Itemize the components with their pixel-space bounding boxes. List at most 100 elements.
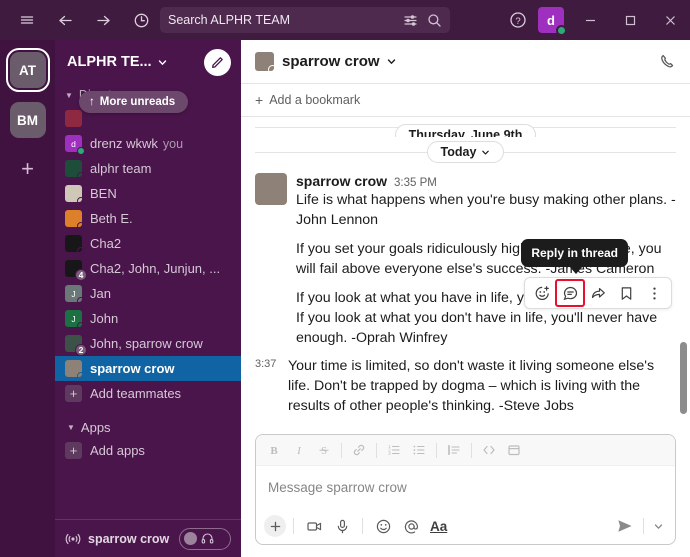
- blockquote-icon[interactable]: [442, 438, 466, 462]
- question-circle-icon[interactable]: ?: [500, 0, 536, 40]
- formatting-aa-button[interactable]: Aa: [426, 519, 451, 534]
- reply-in-thread-icon[interactable]: [555, 279, 585, 307]
- add-apps-button[interactable]: + Add apps: [55, 438, 241, 463]
- date-pill[interactable]: Thursday, June 9th: [394, 124, 537, 137]
- more-actions-icon[interactable]: [640, 280, 668, 306]
- workspace-bm[interactable]: BM: [9, 102, 46, 138]
- bold-icon[interactable]: B: [262, 438, 286, 462]
- sidebar-item-ben[interactable]: BEN: [55, 181, 241, 206]
- filters-icon[interactable]: [403, 13, 418, 28]
- sidebar-item-jan[interactable]: J Jan: [55, 281, 241, 306]
- presence-indicator: [77, 197, 85, 205]
- search-input[interactable]: Search ALPHR TEAM: [160, 7, 450, 33]
- arrow-right-icon[interactable]: [86, 5, 120, 35]
- sidebar-scroll[interactable]: ▼ Direct messages ↑ More unreads d: [55, 84, 241, 519]
- avatar: J: [65, 285, 85, 305]
- svg-text:S: S: [321, 446, 327, 457]
- message-input[interactable]: Message sparrow crow: [256, 466, 675, 508]
- sidebar-item-beth-e[interactable]: Beth E.: [55, 206, 241, 231]
- hamburger-icon[interactable]: [10, 5, 44, 35]
- code-icon[interactable]: [477, 438, 501, 462]
- link-icon[interactable]: [347, 438, 371, 462]
- apps-section-header[interactable]: ▼ Apps: [55, 416, 241, 438]
- arrow-left-icon[interactable]: [48, 5, 82, 35]
- plus-icon[interactable]: [264, 515, 286, 537]
- clock-icon[interactable]: [124, 5, 158, 35]
- strikethrough-icon[interactable]: S: [312, 438, 336, 462]
- chevron-down-icon[interactable]: [386, 56, 397, 67]
- message-list[interactable]: Thursday, June 9th Today sparrow crow 3:…: [241, 117, 690, 434]
- workspace-at[interactable]: AT: [5, 48, 50, 92]
- sidebar-item-label: Cha2, John, Junjun, ...: [90, 261, 221, 276]
- arrow-up-icon: ↑: [89, 96, 95, 108]
- avatar-letter: J: [71, 313, 76, 324]
- bulleted-list-icon[interactable]: [407, 438, 431, 462]
- date-divider-previous: Thursday, June 9th: [241, 117, 690, 137]
- italic-icon[interactable]: I: [287, 438, 311, 462]
- chevron-down-icon[interactable]: [649, 513, 667, 539]
- add-bookmark-label: Add a bookmark: [269, 93, 361, 107]
- avatar-letter: J: [71, 288, 76, 299]
- workspace-initials: BM: [17, 112, 38, 128]
- add-reaction-icon[interactable]: [528, 280, 556, 306]
- phone-icon[interactable]: [659, 53, 676, 70]
- bookmark-bar[interactable]: + Add a bookmark: [241, 84, 690, 117]
- headphones-icon[interactable]: [201, 532, 214, 545]
- message-paragraph: Your time is limited, so don't waste it …: [288, 358, 655, 414]
- minimize-button[interactable]: [570, 0, 610, 40]
- date-divider-today: Today: [241, 137, 690, 167]
- add-teammates-label: Add teammates: [90, 386, 182, 401]
- sidebar-item-label: Cha2: [90, 236, 122, 251]
- video-icon[interactable]: [301, 513, 327, 539]
- share-message-icon[interactable]: [584, 280, 612, 306]
- sidebar-item-sparrow-crow[interactable]: sparrow crow: [55, 356, 241, 381]
- message-composer[interactable]: B I S 1 2 3 Message sparrow crow Aa: [255, 434, 676, 545]
- avatar: [65, 160, 85, 180]
- date-pill[interactable]: Today: [426, 141, 505, 163]
- add-workspace-button[interactable]: +: [13, 154, 43, 184]
- title-bar: Search ALPHR TEAM ? d: [0, 0, 690, 40]
- mention-icon[interactable]: [398, 513, 424, 539]
- code-block-icon[interactable]: [502, 438, 526, 462]
- presence-indicator: [77, 147, 85, 155]
- presence-indicator: [77, 372, 85, 380]
- scrollbar-thumb[interactable]: [680, 342, 687, 414]
- presence-indicator: [77, 297, 85, 305]
- chevron-down-icon[interactable]: [157, 57, 168, 68]
- compose-icon[interactable]: [204, 48, 231, 76]
- sidebar-item-alphr-team[interactable]: alphr team: [55, 156, 241, 181]
- window-controls-group: ? d: [500, 0, 690, 40]
- sidebar-item-label: John: [90, 311, 119, 326]
- page-title[interactable]: sparrow crow: [282, 53, 380, 70]
- huddle-bar[interactable]: sparrow crow: [55, 519, 241, 557]
- sidebar-item-cha2[interactable]: Cha2: [55, 231, 241, 256]
- svg-text:3: 3: [388, 451, 391, 456]
- ordered-list-icon[interactable]: 1 2 3: [382, 438, 406, 462]
- maximize-button[interactable]: [610, 0, 650, 40]
- message-body: Your time is limited, so don't waste it …: [288, 356, 676, 416]
- message-paragraph: Life is what happens when you're busy ma…: [296, 192, 676, 228]
- add-teammates-button[interactable]: + Add teammates: [55, 381, 241, 406]
- triangle-down-icon: ▼: [67, 422, 75, 432]
- save-for-later-icon[interactable]: [612, 280, 640, 306]
- message-timestamp[interactable]: 3:35 PM: [394, 177, 437, 189]
- avatar[interactable]: d: [538, 7, 567, 36]
- huddle-toggle[interactable]: [179, 527, 231, 550]
- close-button[interactable]: [650, 0, 690, 40]
- emoji-icon[interactable]: [370, 513, 396, 539]
- apps-section-label: Apps: [80, 419, 111, 435]
- sidebar-item-group-john-sparrow-crow[interactable]: 2 John, sparrow crow: [55, 331, 241, 356]
- sidebar-item-drenz-wkwk[interactable]: d drenz wkwk you: [55, 131, 241, 156]
- search-icon[interactable]: [427, 13, 442, 28]
- microphone-icon[interactable]: [329, 513, 355, 539]
- sidebar-item-john[interactable]: J John: [55, 306, 241, 331]
- send-icon[interactable]: [612, 513, 638, 539]
- presence-indicator: [77, 172, 85, 180]
- sidebar-item-group-cha2-john-junjun[interactable]: 4 Cha2, John, Junjun, ...: [55, 256, 241, 281]
- message-author[interactable]: sparrow crow: [296, 173, 387, 189]
- avatar: d: [65, 135, 85, 155]
- workspace-name[interactable]: ALPHR TE...: [67, 54, 152, 70]
- avatar[interactable]: [255, 173, 287, 205]
- more-unreads-pill[interactable]: ↑ More unreads: [79, 91, 189, 113]
